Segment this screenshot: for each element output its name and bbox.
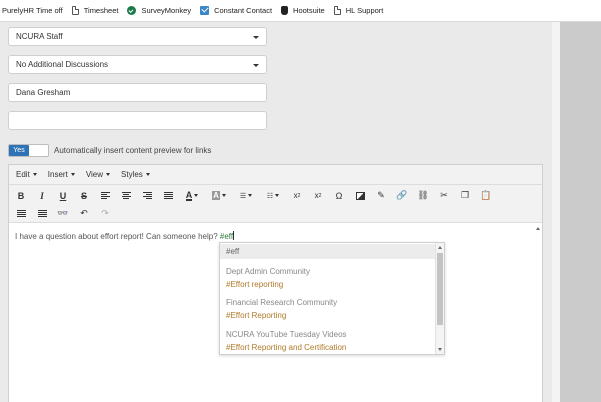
scroll-down-icon[interactable] (438, 348, 442, 351)
empty-field[interactable] (8, 111, 267, 130)
bookmark-hootsuite[interactable]: Hootsuite (281, 0, 325, 22)
autocomplete-tag[interactable]: #Effort Reporting (226, 311, 286, 320)
menu-label: Insert (47, 170, 68, 179)
strikethrough-icon[interactable]: S (76, 188, 92, 203)
chevron-down-icon (32, 173, 37, 176)
autocomplete-query[interactable]: #eff (220, 244, 436, 259)
scroll-up-icon[interactable] (536, 227, 540, 230)
subscript-icon[interactable]: x2 (289, 188, 305, 203)
paste-icon[interactable]: 📋 (478, 188, 494, 203)
autocomplete-community[interactable]: NCURA YouTube Tuesday Videos (226, 330, 347, 339)
content-preview-toggle[interactable]: Yes (8, 144, 49, 157)
page-icon (71, 6, 79, 15)
hashtag-autocomplete: #eff Dept Admin Community #Effort report… (219, 242, 445, 355)
editor-menubar: Edit Insert View Styles (9, 165, 542, 185)
bookmark-label: HL Support (345, 6, 384, 15)
copy-icon[interactable]: ❐ (457, 188, 473, 203)
autocomplete-tag[interactable]: #Effort Reporting and Certification (226, 343, 346, 352)
toggle-description: Automatically insert content preview for… (54, 146, 212, 155)
toggle-yes-label: Yes (9, 145, 29, 156)
edit-source-icon[interactable]: ✎ (373, 188, 389, 203)
bookmark-surveymonkey[interactable]: SurveyMonkey (127, 0, 191, 22)
unlink-icon[interactable]: ⛓ (415, 188, 431, 203)
toolbar-row-1: B I U S A A ☰ ☷ x2 x2 Ω ✎ 🔗 ⛓ ✂ ❐ 📋 (13, 187, 499, 204)
background-color-icon[interactable]: A (208, 188, 230, 203)
scroll-up-icon[interactable] (438, 246, 442, 249)
bold-icon[interactable]: B (13, 188, 29, 203)
bookmark-label: Hootsuite (293, 6, 325, 15)
chevron-down-icon (253, 36, 259, 39)
panel-edge (552, 22, 560, 402)
bullet-list-icon[interactable]: ☰ (235, 188, 257, 203)
align-right-icon[interactable] (139, 188, 155, 203)
editor-text: I have a question about effort report! C… (15, 232, 220, 241)
menu-edit[interactable]: Edit (16, 170, 37, 179)
undo-icon[interactable]: ↶ (76, 206, 92, 221)
autocomplete-community[interactable]: Dept Admin Community (226, 267, 310, 276)
bookmark-timesheet[interactable]: Timesheet (71, 0, 119, 22)
image-icon[interactable] (352, 188, 368, 203)
text-cursor (233, 231, 235, 240)
bookmark-label: PurelyHR Time off (2, 6, 63, 15)
chevron-down-icon (70, 173, 75, 176)
align-left-icon[interactable] (97, 188, 113, 203)
hootsuite-icon (281, 6, 289, 15)
bookmark-hl-support[interactable]: HL Support (333, 0, 384, 22)
constant-contact-icon (200, 6, 210, 15)
menu-view[interactable]: View (85, 170, 111, 179)
bookmark-label: SurveyMonkey (141, 6, 192, 15)
outdent-icon[interactable] (13, 206, 29, 221)
cut-icon[interactable]: ✂ (436, 188, 452, 203)
author-field-value: Dana Gresham (16, 88, 71, 97)
autocomplete-scrollbar[interactable] (435, 243, 444, 354)
align-center-icon[interactable] (118, 188, 134, 203)
editor-hashtag: #eff (219, 232, 234, 241)
community-select[interactable]: NCURA Staff (8, 27, 267, 46)
redo-icon[interactable]: ↷ (97, 206, 113, 221)
indent-icon[interactable] (34, 206, 50, 221)
find-replace-icon[interactable]: 👓 (55, 206, 71, 221)
right-gutter (560, 22, 601, 402)
superscript-icon[interactable]: x2 (310, 188, 326, 203)
menu-label: View (85, 170, 104, 179)
page-icon (333, 6, 341, 15)
bookmarks-bar: PurelyHR Time off Timesheet SurveyMonkey… (0, 0, 601, 22)
align-justify-icon[interactable] (160, 188, 176, 203)
chevron-down-icon (253, 64, 259, 67)
menu-styles[interactable]: Styles (121, 170, 150, 179)
chevron-down-icon (145, 173, 150, 176)
menu-label: Styles (121, 170, 143, 179)
bookmark-purelyhr[interactable]: PurelyHR Time off (2, 0, 63, 22)
bookmark-label: Constant Contact (214, 6, 273, 15)
surveymonkey-icon (127, 6, 137, 15)
autocomplete-community[interactable]: Financial Research Community (226, 298, 337, 307)
toolbar-row-2: 👓 ↶ ↷ (13, 205, 118, 222)
discussion-select[interactable]: No Additional Discussions (8, 55, 267, 74)
special-character-icon[interactable]: Ω (331, 188, 347, 203)
italic-icon[interactable]: I (34, 188, 50, 203)
editor-toolbar: B I U S A A ☰ ☷ x2 x2 Ω ✎ 🔗 ⛓ ✂ ❐ 📋 � (9, 185, 542, 223)
text-color-icon[interactable]: A (181, 188, 203, 203)
menu-label: Edit (16, 170, 30, 179)
numbered-list-icon[interactable]: ☷ (262, 188, 284, 203)
menu-insert[interactable]: Insert (48, 170, 75, 179)
scrollbar-thumb[interactable] (437, 253, 443, 325)
underline-icon[interactable]: U (55, 188, 71, 203)
bookmark-label: Timesheet (83, 6, 119, 15)
link-icon[interactable]: 🔗 (394, 188, 410, 203)
author-field[interactable]: Dana Gresham (8, 83, 267, 102)
chevron-down-icon (106, 173, 111, 176)
discussion-select-value: No Additional Discussions (16, 60, 109, 69)
community-select-value: NCURA Staff (16, 32, 63, 41)
editor-content[interactable]: I have a question about effort report! C… (15, 231, 235, 241)
bookmark-constant-contact[interactable]: Constant Contact (200, 0, 272, 22)
autocomplete-tag[interactable]: #Effort reporting (226, 280, 283, 289)
